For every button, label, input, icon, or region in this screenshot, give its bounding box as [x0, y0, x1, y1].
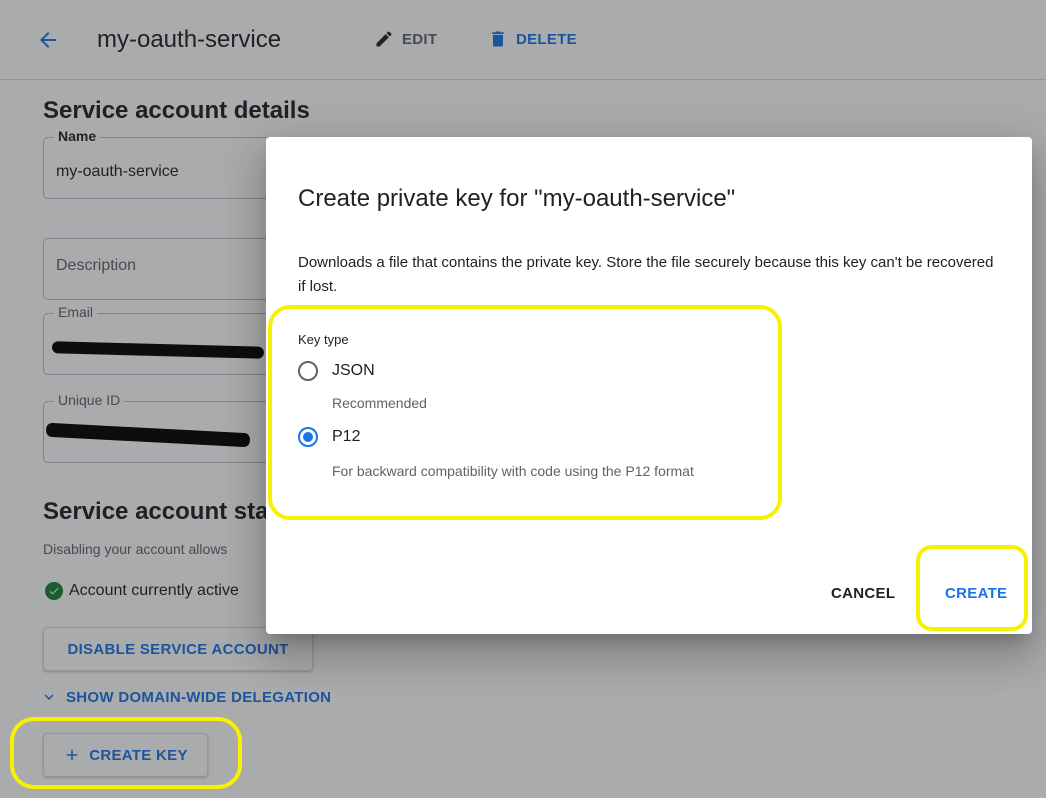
cancel-button[interactable]: CANCEL [823, 575, 903, 611]
dialog-title: Create private key for "my-oauth-service… [298, 185, 736, 212]
highlight-create-key-button [10, 717, 242, 789]
highlight-create-button [916, 545, 1028, 631]
highlight-key-type [268, 305, 782, 520]
dialog-description: Downloads a file that contains the priva… [298, 254, 994, 295]
